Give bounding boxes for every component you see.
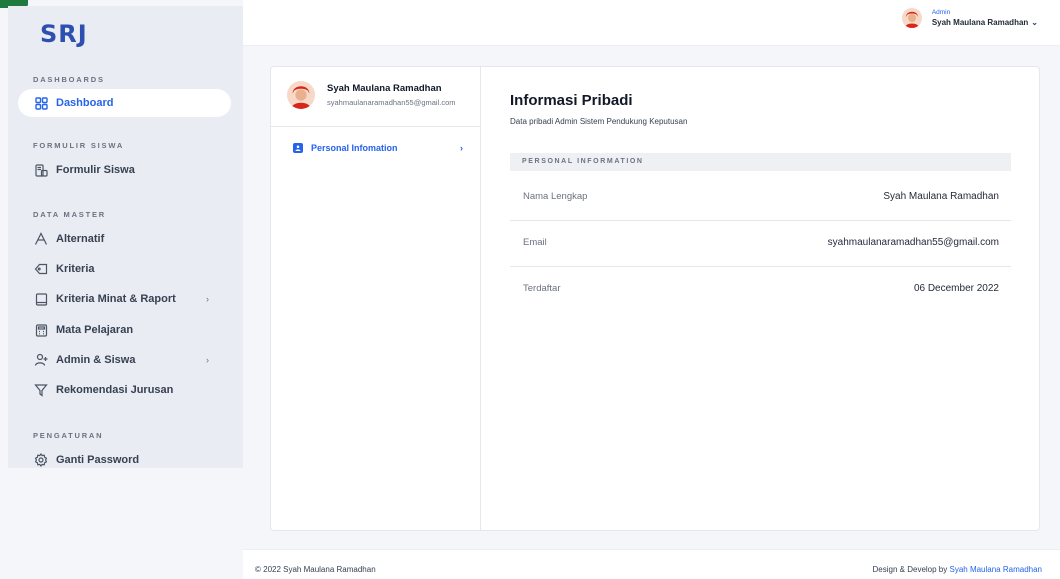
profile-card: Syah Maulana Ramadhan syahmaulanaramadha…: [270, 66, 1040, 531]
avatar: [901, 8, 922, 28]
divider: [271, 126, 480, 127]
section-title-pengaturan: PENGATURAN: [33, 431, 104, 440]
gear-icon: [34, 453, 48, 467]
footer-credit-prefix: Design & Develop by: [872, 565, 948, 574]
sidebar-item-dashboard[interactable]: Dashboard: [18, 89, 231, 117]
sidebar-item-kriteria[interactable]: Kriteria: [26, 255, 231, 283]
profile-sidebar: Syah Maulana Ramadhan syahmaulanaramadha…: [271, 67, 481, 530]
calculator-icon: [34, 323, 48, 337]
sidebar-item-label: Ganti Password: [56, 454, 140, 466]
user-menu[interactable]: Admin Syah Maulana Ramadhan ⌄: [901, 8, 1038, 28]
dashboard-grid-icon: [34, 96, 48, 110]
info-label: Email: [523, 237, 547, 248]
personal-information-link[interactable]: Personal Infomation ›: [293, 143, 463, 153]
form-icon: [34, 163, 48, 177]
footer: © 2022 Syah Maulana Ramadhan Design & De…: [243, 549, 1060, 579]
chevron-right-icon: ›: [206, 355, 209, 365]
app-logo[interactable]: SRJ: [40, 20, 88, 48]
page-title: Informasi Pribadi: [510, 92, 633, 109]
info-row-registered: Terdaftar 06 December 2022: [510, 267, 1011, 313]
footer-copyright: © 2022 Syah Maulana Ramadhan: [255, 565, 376, 574]
letter-a-icon: [34, 232, 48, 246]
sidebar-item-alternatif[interactable]: Alternatif: [26, 225, 231, 253]
footer-credit-link[interactable]: Syah Maulana Ramadhan: [949, 565, 1042, 574]
info-value: 06 December 2022: [913, 283, 999, 294]
profile-name: Syah Maulana Ramadhan: [327, 83, 442, 94]
personal-info-panel: Informasi Pribadi Data pribadi Admin Sis…: [482, 67, 1039, 530]
sidebar: SRJ DASHBOARDS Dashboard FORMULIR SISWA …: [8, 6, 243, 468]
sidebar-item-label: Admin & Siswa: [56, 354, 136, 366]
sidebar-item-kriteria-minat-raport[interactable]: Kriteria Minat & Raport ›: [26, 285, 231, 313]
user-name-text: Syah Maulana Ramadhan: [931, 18, 1029, 27]
sidebar-item-rekomendasi-jurusan[interactable]: Rekomendasi Jurusan: [26, 376, 231, 404]
chevron-right-icon: ›: [460, 143, 463, 153]
book-icon: [34, 292, 48, 306]
sidebar-item-label: Mata Pelajaran: [56, 324, 134, 336]
info-row-email: Email syahmaulanaramadhan55@gmail.com: [510, 221, 1011, 267]
section-title-formulir-siswa: FORMULIR SISWA: [33, 141, 125, 150]
sidebar-item-ganti-password[interactable]: Ganti Password: [26, 446, 231, 474]
user-role: Admin: [931, 9, 951, 16]
page-subtitle: Data pribadi Admin Sistem Pendukung Kepu…: [510, 117, 688, 126]
avatar: [287, 81, 315, 109]
chevron-down-icon: ⌄: [1031, 18, 1038, 27]
sidebar-item-formulir-siswa[interactable]: Formulir Siswa: [26, 156, 231, 184]
section-title-data-master: DATA MASTER: [33, 210, 106, 219]
footer-credit: Design & Develop by Syah Maulana Ramadha…: [873, 565, 1042, 574]
sidebar-item-label: Dashboard: [56, 97, 114, 109]
profile-summary: Syah Maulana Ramadhan syahmaulanaramadha…: [287, 81, 456, 109]
user-card-icon: [293, 143, 303, 153]
info-label: Terdaftar: [523, 283, 561, 294]
info-label: Nama Lengkap: [523, 191, 588, 202]
info-row-full-name: Nama Lengkap Syah Maulana Ramadhan: [510, 175, 1011, 221]
chevron-right-icon: ›: [206, 294, 209, 304]
info-value: Syah Maulana Ramadhan: [883, 191, 999, 202]
filter-icon: [34, 383, 48, 397]
sidebar-item-label: Rekomendasi Jurusan: [56, 384, 174, 396]
profile-email: syahmaulanaramadhan55@gmail.com: [327, 98, 456, 107]
sidebar-item-admin-siswa[interactable]: Admin & Siswa ›: [26, 346, 231, 374]
topbar: Admin Syah Maulana Ramadhan ⌄: [243, 0, 1060, 46]
info-value: syahmaulanaramadhan55@gmail.com: [827, 237, 999, 248]
sidebar-item-label: Kriteria: [56, 263, 95, 275]
sidebar-item-mata-pelajaran[interactable]: Mata Pelajaran: [26, 316, 231, 344]
personal-information-label: Personal Infomation: [311, 143, 398, 153]
sidebar-item-label: Kriteria Minat & Raport: [56, 293, 176, 305]
sidebar-item-label: Alternatif: [56, 233, 105, 245]
tag-icon: [34, 262, 48, 276]
user-add-icon: [34, 353, 48, 367]
section-title-dashboards: DASHBOARDS: [33, 75, 105, 84]
sidebar-item-label: Formulir Siswa: [56, 164, 135, 176]
user-name: Syah Maulana Ramadhan ⌄: [932, 18, 1038, 27]
section-header: PERSONAL INFORMATION: [510, 153, 1011, 171]
